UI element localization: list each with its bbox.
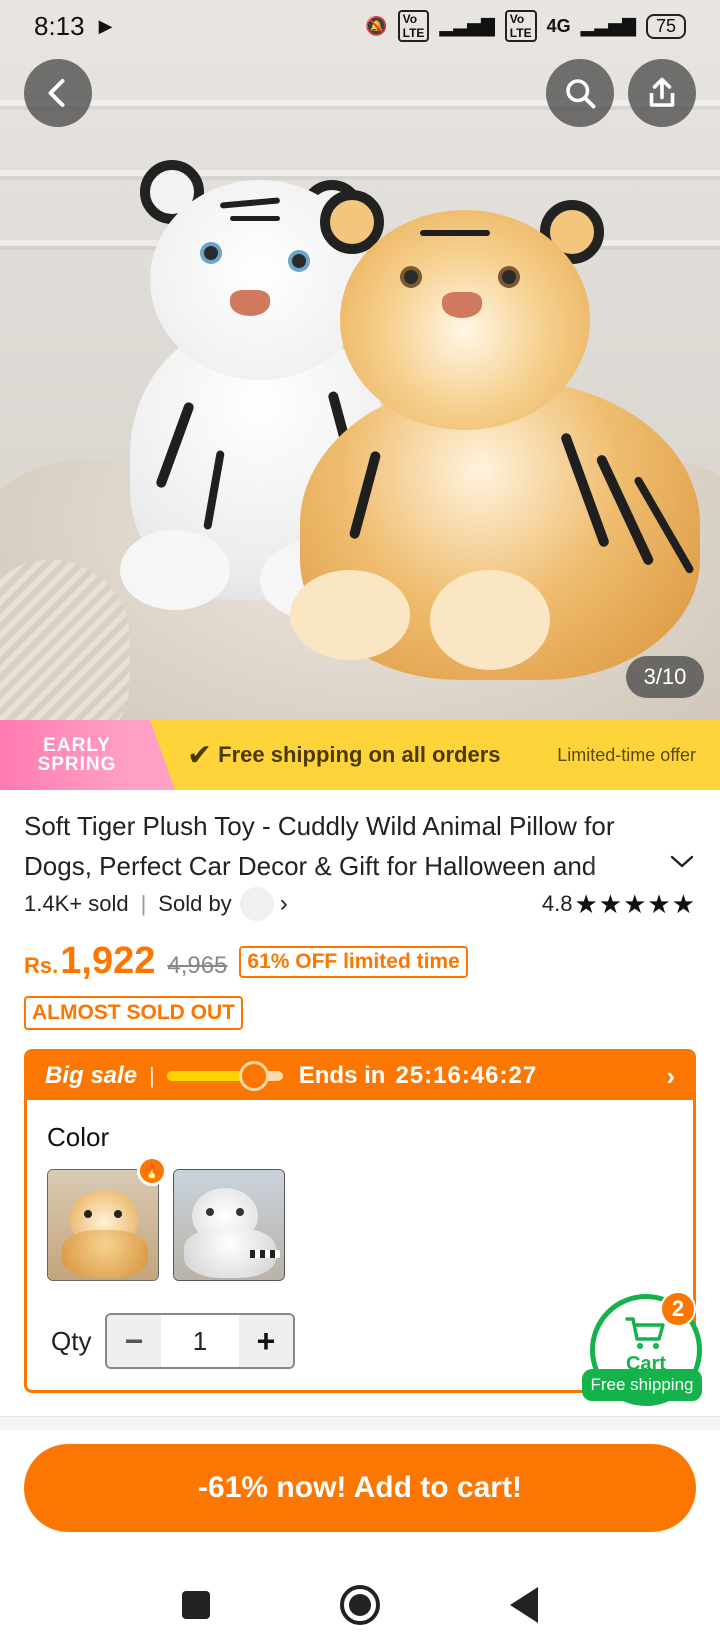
promo-banner[interactable]: EARLY SPRING ✔ Free shipping on all orde… <box>0 720 720 790</box>
search-icon <box>566 79 596 109</box>
battery-indicator: 75 <box>645 13 686 39</box>
big-sale-label: Big sale <box>45 1062 138 1089</box>
search-button[interactable] <box>546 59 614 127</box>
sold-count: 1.4K+ sold <box>24 891 129 916</box>
product-image[interactable]: 8:13 ▶ 🔕 Vo LTE ▂▃▅▇ Vo LTE 4G ▂▃▅▇ 75 3/1… <box>0 0 720 720</box>
quantity-value[interactable]: 1 <box>161 1315 239 1367</box>
cart-count-badge: 2 <box>660 1291 696 1327</box>
signal-icon: ▂▃▅▇ <box>439 15 495 36</box>
quantity-stepper: − 1 + <box>105 1313 295 1369</box>
add-to-cart-button[interactable]: -61% now! Add to cart! <box>24 1444 696 1532</box>
original-price: 4,965 <box>167 952 228 979</box>
increase-qty-button[interactable]: + <box>239 1315 293 1367</box>
almost-sold-out-badge: ALMOST SOLD OUT <box>24 996 243 1030</box>
big-sale-bar[interactable]: Big sale | Ends in 25:16:46:27 › <box>27 1052 693 1100</box>
volte-icon-2: Vo LTE <box>504 10 537 42</box>
discount-badge: 61% OFF limited time <box>239 945 468 978</box>
early-spring-label: EARLY SPRING <box>37 735 117 775</box>
countdown-timer: 25:16:46:27 <box>395 1062 538 1089</box>
price-row: Rs. 1,922 4,965 61% OFF limited time <box>24 940 468 983</box>
price-currency: Rs. <box>24 953 59 978</box>
color-swatch-orange-tiger[interactable] <box>47 1169 159 1281</box>
free-shipping-text: Free shipping on all orders <box>218 742 501 767</box>
limited-time-text: Limited-time offer <box>557 744 696 765</box>
clock-icon <box>238 1061 269 1091</box>
rating-value: 4.8 <box>541 891 573 916</box>
mute-icon: 🔕 <box>365 15 388 36</box>
product-meta-row: 1.4K+ sold | Sold by › 4.8 ★★★★★ <box>24 886 696 922</box>
image-counter: 3/10 <box>626 656 704 698</box>
chevron-down-icon[interactable] <box>668 852 696 872</box>
color-swatch-white-tiger[interactable] <box>173 1169 285 1281</box>
media-playing-icon: ▶ <box>98 15 113 36</box>
status-time: 8:13 <box>34 10 85 41</box>
rating[interactable]: 4.8 ★★★★★ <box>542 889 696 920</box>
sold-by-label: Sold by <box>158 891 232 916</box>
home-icon[interactable] <box>340 1585 380 1625</box>
network-type: 4G <box>546 15 571 36</box>
section-divider <box>0 1416 720 1430</box>
color-label: Color <box>47 1122 110 1152</box>
decrease-qty-button[interactable]: − <box>107 1315 161 1367</box>
current-price: 1,922 <box>60 940 156 982</box>
status-bar: 8:13 ▶ 🔕 Vo LTE ▂▃▅▇ Vo LTE 4G ▂▃▅▇ 75 <box>0 0 720 52</box>
product-title[interactable]: Soft Tiger Plush Toy - Cuddly Wild Anima… <box>24 806 664 886</box>
early-spring-badge: EARLY SPRING <box>0 720 175 790</box>
ends-in-label: Ends in <box>298 1062 386 1089</box>
share-icon <box>649 77 675 107</box>
chevron-left-icon <box>48 79 65 107</box>
qty-label: Qty <box>51 1326 92 1356</box>
chevron-right-icon: › <box>279 890 288 917</box>
seller-logo <box>239 887 274 921</box>
share-button[interactable] <box>628 59 696 127</box>
system-nav-bar <box>0 1560 720 1650</box>
cart-icon <box>625 1317 665 1349</box>
star-rating-icon: ★★★★★ <box>574 888 696 919</box>
signal-icon-2: ▂▃▅▇ <box>580 15 636 36</box>
recent-apps-icon[interactable] <box>182 1591 210 1619</box>
back-triangle-icon[interactable] <box>510 1587 538 1623</box>
sold-by-link[interactable]: Sold by › <box>158 887 288 921</box>
back-button[interactable] <box>24 59 92 127</box>
orange-tiger-plush <box>280 190 700 680</box>
chevron-right-icon: › <box>666 1060 675 1091</box>
check-icon: ✔ <box>187 738 213 772</box>
cart-free-shipping-tag: Free shipping <box>582 1369 702 1401</box>
hot-icon: 🔥 <box>137 1156 167 1186</box>
product-title-text: Soft Tiger Plush Toy - Cuddly Wild Anima… <box>24 811 615 881</box>
sale-progress-bar <box>166 1061 283 1091</box>
volte-icon: Vo LTE <box>397 10 430 42</box>
